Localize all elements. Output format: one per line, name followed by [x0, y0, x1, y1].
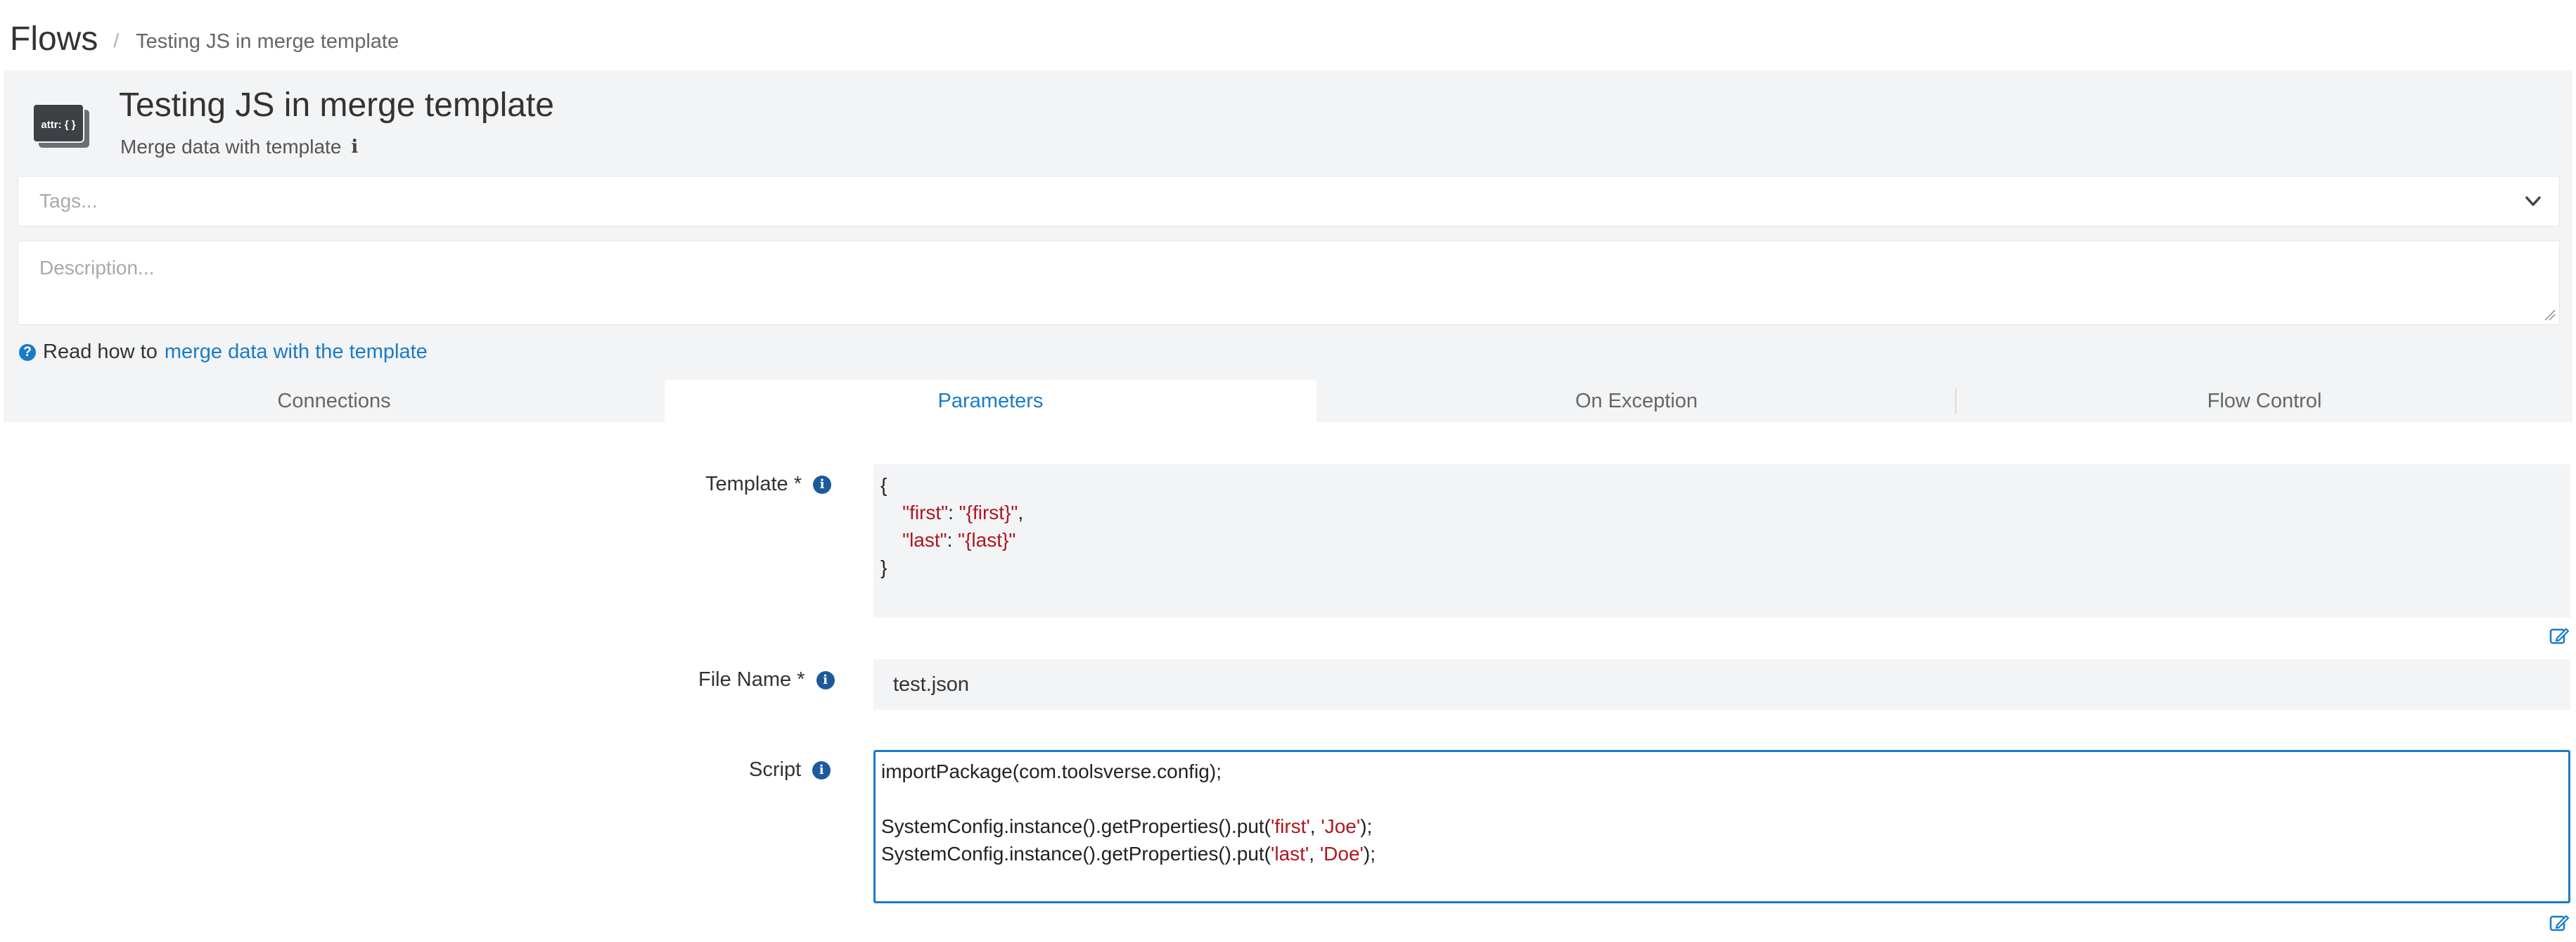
help-text: ? Read how to merge data with the templa… [19, 340, 428, 364]
file-name-value: test.json [893, 673, 969, 696]
tab-connections[interactable]: Connections [4, 380, 665, 422]
flow-header-panel: attr: { } Testing JS in merge template M… [4, 70, 2572, 422]
merge-template-icon-label: attr: { } [41, 119, 75, 131]
tab-flow-control[interactable]: Flow Control [1956, 380, 2572, 422]
template-key-last: "last" [902, 529, 947, 551]
template-line-1: { [880, 474, 887, 496]
file-name-info-icon[interactable]: i [816, 670, 835, 689]
flow-title[interactable]: Testing JS in merge template [119, 86, 554, 125]
template-line-2: "first": "{first}", [902, 502, 1024, 523]
template-label-text: Template * [705, 473, 802, 495]
file-name-input[interactable]: test.json [873, 659, 2570, 710]
breadcrumb-current: Testing JS in merge template [136, 30, 399, 53]
template-info-icon[interactable]: i [813, 475, 832, 494]
help-link[interactable]: merge data with the template [165, 340, 428, 364]
edit-script-icon[interactable] [2549, 912, 2570, 933]
tab-bar: Connections Parameters On Exception Flow… [4, 380, 2572, 422]
resize-grip-icon[interactable] [2542, 307, 2556, 322]
template-key-first: "first" [902, 502, 949, 523]
flow-type: Merge data with template i [120, 136, 358, 158]
script-label: Script i [749, 758, 831, 782]
breadcrumb-separator: / [113, 30, 120, 51]
script-line-3: SystemConfig.instance().getProperties().… [881, 815, 1373, 837]
script-label-text: Script [749, 758, 802, 781]
script-info-icon[interactable]: i [812, 760, 831, 779]
breadcrumb: Flows / Testing JS in merge template [10, 7, 399, 70]
edit-template-icon[interactable] [2549, 625, 2570, 646]
tab-on-exception-label: On Exception [1575, 389, 1698, 412]
file-name-label-text: File Name * [698, 668, 805, 691]
tags-placeholder: Tags... [39, 190, 98, 212]
info-icon[interactable]: i [351, 136, 358, 158]
template-line-3: "last": "{last}" [902, 529, 1016, 551]
question-circle-icon: ? [19, 343, 36, 361]
merge-template-icon: attr: { } [32, 103, 89, 148]
help-prefix: Read how to [43, 340, 158, 363]
template-editor[interactable]: { "first": "{first}", "last": "{last}"} [873, 464, 2570, 618]
chevron-down-icon[interactable] [2523, 191, 2544, 212]
breadcrumb-flows-link[interactable]: Flows [10, 20, 98, 58]
file-name-label: File Name * i [698, 668, 835, 692]
script-editor[interactable]: importPackage(com.toolsverse.config);​Sy… [873, 750, 2570, 903]
description-placeholder: Description... [39, 257, 155, 279]
script-line-1: importPackage(com.toolsverse.config); [881, 760, 1222, 782]
script-line-4: SystemConfig.instance().getProperties().… [881, 843, 1376, 865]
template-line-4: } [880, 556, 887, 578]
script-line-2: ​ [881, 785, 2563, 813]
tab-on-exception[interactable]: On Exception [1316, 380, 1956, 422]
template-value-last: "{last}" [958, 529, 1016, 551]
flow-type-label: Merge data with template [120, 136, 342, 158]
description-textarea[interactable]: Description... [18, 241, 2560, 325]
tags-input[interactable]: Tags... [18, 176, 2560, 227]
template-label: Template * i [705, 473, 832, 496]
tab-parameters[interactable]: Parameters [665, 380, 1316, 422]
template-value-first: "{first}" [959, 502, 1018, 523]
